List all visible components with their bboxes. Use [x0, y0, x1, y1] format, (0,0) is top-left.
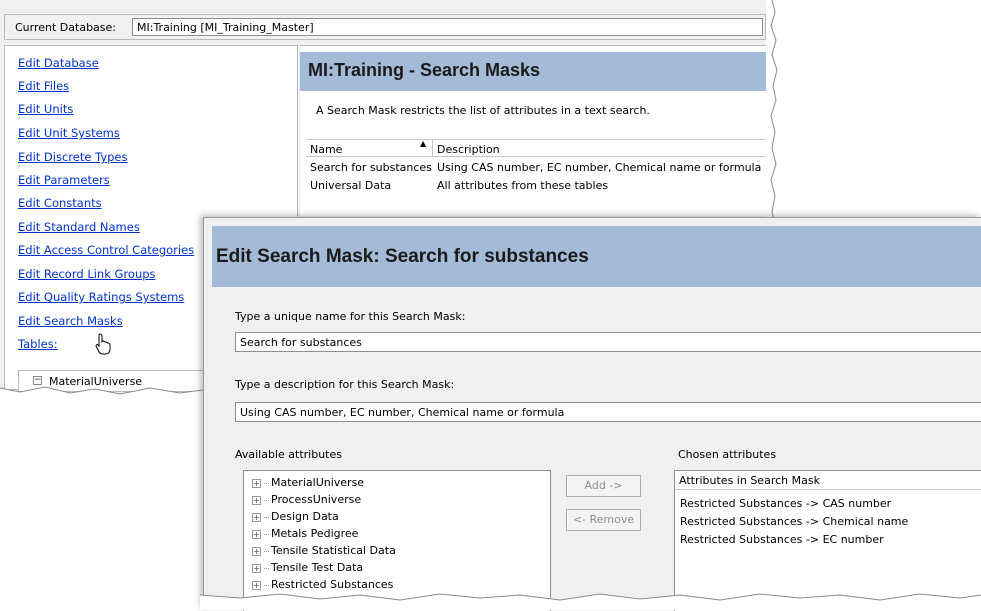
- expand-icon[interactable]: +: [252, 546, 261, 556]
- expand-icon[interactable]: +: [252, 529, 261, 539]
- expand-icon[interactable]: +: [252, 495, 261, 505]
- nav-tables[interactable]: Tables:: [18, 337, 58, 351]
- current-database-label: Current Database:: [15, 21, 117, 34]
- torn-edge: [766, 0, 778, 220]
- search-masks-header: MI:Training - Search Masks: [300, 52, 773, 91]
- dialog-title: Edit Search Mask: Search for substances: [216, 246, 589, 267]
- torn-edge: [200, 593, 981, 610]
- description-label: Type a description for this Search Mask:: [235, 378, 455, 391]
- hand-pointer-icon: [95, 333, 111, 355]
- edit-search-mask-header: Edit Search Mask: Search for substances: [212, 226, 981, 287]
- available-attributes-tree[interactable]: + MaterialUniverse + ProcessUniverse + Desi…: [243, 470, 551, 611]
- table-row[interactable]: Search for substances Using CAS number, E…: [310, 161, 761, 174]
- pane-description: A Search Mask restricts the list of attr…: [316, 104, 650, 117]
- nav-edit-database[interactable]: Edit Database: [18, 56, 99, 70]
- tree-item[interactable]: + ProcessUniverse: [252, 493, 361, 506]
- tree-item[interactable]: + Design Data: [252, 510, 339, 523]
- remove-button[interactable]: <- Remove: [566, 509, 641, 531]
- nav-edit-units[interactable]: Edit Units: [18, 102, 73, 116]
- nav-edit-standard-names[interactable]: Edit Standard Names: [18, 220, 140, 234]
- nav-edit-parameters[interactable]: Edit Parameters: [18, 173, 110, 187]
- row-description: Using CAS number, EC number, Chemical na…: [437, 161, 762, 174]
- table-row[interactable]: Universal Data All attributes from these …: [310, 179, 608, 192]
- search-masks-pane: MI:Training - Search Masks A Search Mask…: [300, 45, 773, 216]
- list-item[interactable]: Restricted Substances -> CAS number: [680, 497, 891, 510]
- add-button[interactable]: Add ->: [566, 475, 641, 497]
- list-item[interactable]: Restricted Substances -> Chemical name: [680, 515, 908, 528]
- row-name: Universal Data: [310, 179, 392, 192]
- nav-edit-quality-ratings-systems[interactable]: Edit Quality Ratings Systems: [18, 290, 184, 304]
- row-name: Search for substances: [310, 161, 432, 174]
- nav-edit-constants[interactable]: Edit Constants: [18, 196, 102, 210]
- edit-search-mask-window: Edit Search Mask: Search for substances …: [203, 217, 981, 611]
- expand-icon[interactable]: +: [252, 563, 261, 573]
- nav-edit-record-link-groups[interactable]: Edit Record Link Groups: [18, 267, 156, 281]
- current-database-bar: Current Database: MI:Training [MI_Traini…: [4, 14, 766, 40]
- nav-edit-access-control-categories[interactable]: Edit Access Control Categories: [18, 243, 194, 257]
- nav-edit-discrete-types[interactable]: Edit Discrete Types: [18, 150, 128, 164]
- tree-item[interactable]: + Restricted Substances: [252, 578, 393, 591]
- current-database-field[interactable]: MI:Training [MI_Training_Master]: [132, 18, 763, 36]
- chosen-attributes-label: Chosen attributes: [678, 448, 777, 461]
- chosen-attributes-list[interactable]: Attributes in Search Mask Restricted Sub…: [674, 470, 981, 611]
- name-label: Type a unique name for this Search Mask:: [235, 310, 466, 323]
- column-header-description[interactable]: Description: [433, 139, 773, 157]
- tree-item[interactable]: + Tensile Statistical Data: [252, 544, 396, 557]
- tree-item[interactable]: + MaterialUniverse: [252, 476, 364, 489]
- nav-edit-files[interactable]: Edit Files: [18, 79, 69, 93]
- available-attributes-label: Available attributes: [235, 448, 342, 461]
- page-title: MI:Training - Search Masks: [308, 60, 541, 80]
- tree-item[interactable]: + Metals Pedigree: [252, 527, 358, 540]
- chosen-attributes-header: Attributes in Search Mask: [675, 471, 981, 490]
- sort-ascending-icon: ▲: [420, 139, 427, 148]
- list-item[interactable]: Restricted Substances -> EC number: [680, 533, 884, 546]
- nav-edit-search-masks[interactable]: Edit Search Masks: [18, 314, 123, 328]
- expand-icon[interactable]: +: [252, 512, 261, 522]
- column-header-name[interactable]: Name: [306, 139, 433, 157]
- expand-icon[interactable]: +: [252, 478, 261, 488]
- mask-description-input[interactable]: Using CAS number, EC number, Chemical na…: [235, 402, 981, 422]
- row-description: All attributes from these tables: [437, 179, 609, 192]
- nav-edit-unit-systems[interactable]: Edit Unit Systems: [18, 126, 120, 140]
- mask-name-input[interactable]: Search for substances: [235, 332, 981, 352]
- expand-icon[interactable]: +: [252, 580, 261, 590]
- tree-item[interactable]: + Tensile Test Data: [252, 561, 363, 574]
